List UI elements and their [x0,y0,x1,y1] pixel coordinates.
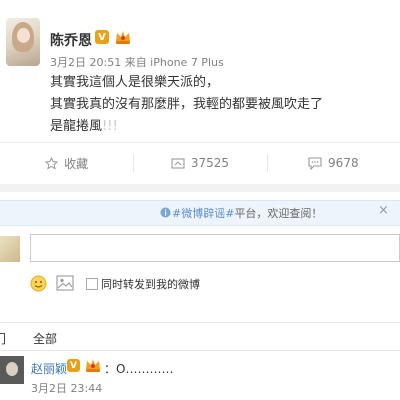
close-icon[interactable]: × [378,203,389,218]
repost-icon [171,157,185,170]
favorite-label: 收藏 [64,156,89,171]
post-author-name[interactable]: 陈乔恩 [50,30,92,50]
member-crown-icon [116,31,130,44]
emoji-icon[interactable] [30,275,47,292]
hint-text: #微博辟谣#平台，欢迎查阅！ [172,205,322,221]
author-avatar[interactable] [6,18,40,66]
repost-count: 37525 [190,156,230,170]
post-line-1: 其實我這個人是很樂天派的， [50,75,220,90]
divider [0,322,400,323]
image-icon[interactable] [56,275,74,291]
verified-v-icon: V [95,30,109,44]
comment-text: ：O………… [104,362,174,376]
member-crown-icon [86,359,100,372]
verified-v-icon: V [67,359,80,372]
divider [0,142,400,143]
post-content: 其實我這個人是很樂天派的， 其實我真的沒有那麼胖，我輕的都要被風吹走了 是龍捲風… [50,72,395,138]
comment-author-name[interactable]: 赵丽颖 [31,360,67,377]
star-icon [45,156,59,170]
repost-button[interactable]: 37525 [133,150,266,176]
post-line-3-tail: !!! [102,119,118,134]
divider [0,350,400,351]
repost-checkbox[interactable] [86,278,98,290]
hint-rest: 平台，欢迎查阅！ [234,207,323,220]
rumor-topic-link[interactable]: #微博辟谣# [172,207,234,220]
filter-all-tab[interactable]: 全部 [33,330,57,347]
post-line-3: 是龍捲風!!! [50,116,395,138]
post-line-3-main: 是龍捲風 [50,119,103,134]
comment-button[interactable]: 9678 [266,150,400,176]
post-line-2: 其實我真的沒有那麼胖，我輕的都要被風吹走了 [50,97,324,112]
comment-count: 9678 [328,156,359,170]
section-divider [0,184,400,192]
post-meta: 3月2日 20:51 来自 iPhone 7 Plus [50,56,224,69]
comment-icon [308,156,322,170]
info-icon [160,207,171,218]
comment-time: 3月2日 23:44 [31,382,103,395]
repost-checkbox-label: 同时转发到我的微博 [101,278,200,291]
my-avatar [0,236,20,262]
favorite-button[interactable]: 收藏 [0,150,133,176]
comment-input[interactable] [30,234,400,262]
action-bar: 收藏 37525 9678 [0,150,400,176]
filter-hot-tab[interactable]: 门 [0,330,6,347]
commenter-avatar[interactable] [0,356,24,384]
